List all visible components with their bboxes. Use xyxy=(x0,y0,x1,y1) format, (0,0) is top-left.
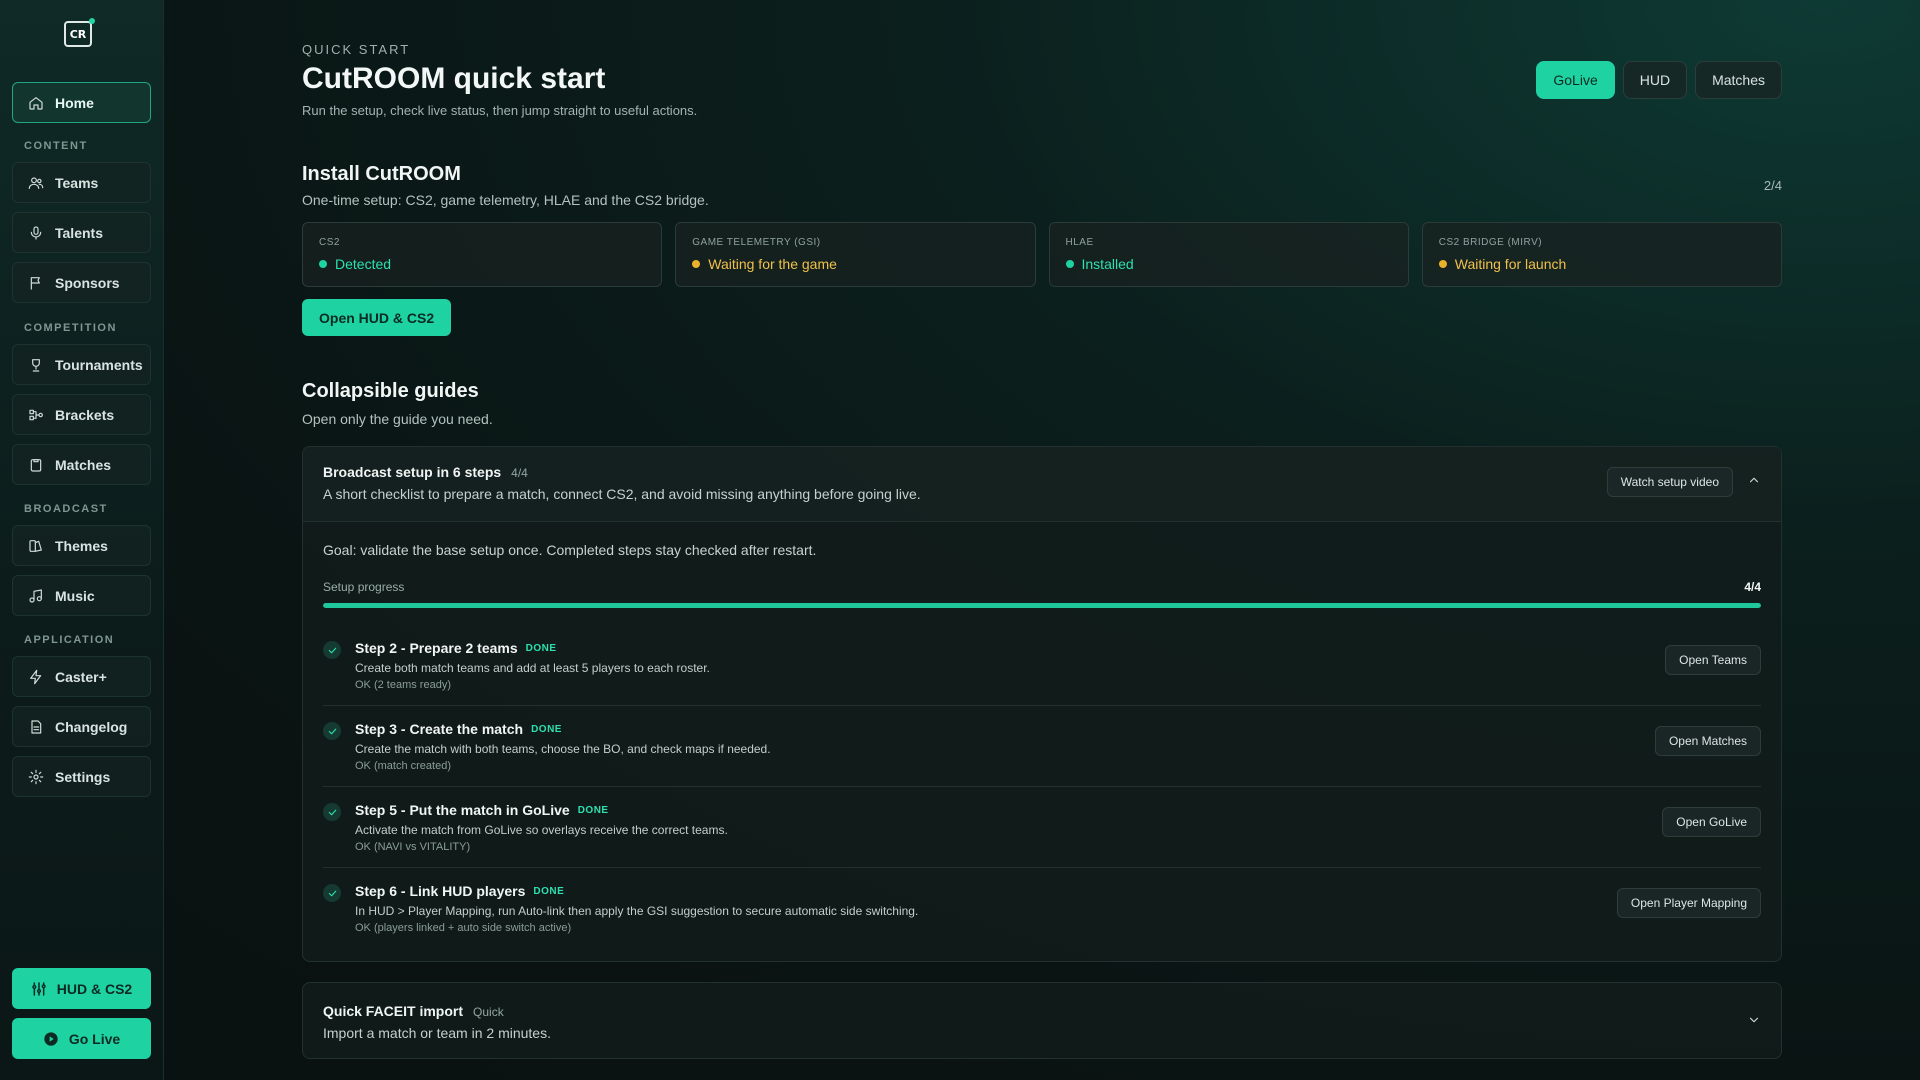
guide-goal: Goal: validate the base setup once. Comp… xyxy=(323,542,817,558)
sidebar-item-matches[interactable]: Matches xyxy=(12,444,151,485)
status-card-cs2: CS2 Detected xyxy=(302,222,663,287)
done-badge: DONE xyxy=(525,642,557,654)
step-item: Step 3 - Create the match DONE Create th… xyxy=(323,706,1761,787)
sidebar-item-sponsors[interactable]: Sponsors xyxy=(12,262,151,303)
sidebar-item-music[interactable]: Music xyxy=(12,575,151,616)
nav-section-broadcast: BROADCAST xyxy=(24,503,108,515)
progress-label: Setup progress xyxy=(323,580,405,594)
guide-title: Quick FACEIT import xyxy=(323,1003,464,1019)
sliders-icon xyxy=(32,981,46,996)
open-golive-button[interactable]: Open GoLive xyxy=(1662,807,1761,837)
status-card-hlae: HLAE Installed xyxy=(1048,222,1409,287)
bracket-icon xyxy=(27,406,45,424)
guides-subtitle: Open only the guide you need. xyxy=(302,411,493,427)
hud-cs2-button[interactable]: HUD & CS2 xyxy=(12,968,151,1009)
open-teams-button[interactable]: Open Teams xyxy=(1665,645,1761,675)
document-icon xyxy=(27,718,45,736)
play-circle-icon xyxy=(44,1031,58,1046)
sidebar-item-talents[interactable]: Talents xyxy=(12,212,151,253)
done-badge: DONE xyxy=(577,804,609,816)
check-icon xyxy=(323,803,341,821)
sidebar-item-changelog[interactable]: Changelog xyxy=(12,706,151,747)
nav-section-content: CONTENT xyxy=(24,140,88,152)
check-icon xyxy=(323,884,341,902)
broadcast-setup-guide: Broadcast setup in 6 steps 4/4 A short c… xyxy=(302,446,1782,962)
page-subtitle: Run the setup, check live status, then j… xyxy=(302,103,698,118)
page-title: CutROOM quick start xyxy=(302,62,606,95)
microphone-icon xyxy=(27,224,45,242)
watch-setup-video-button[interactable]: Watch setup video xyxy=(1606,467,1733,497)
sidebar-item-caster[interactable]: Caster+ xyxy=(12,656,151,697)
palette-icon xyxy=(27,537,45,555)
guide-tag: Quick xyxy=(473,1005,504,1019)
step-list: Step 2 - Prepare 2 teams DONE Create bot… xyxy=(323,625,1761,949)
music-note-icon xyxy=(27,587,45,605)
sidebar-item-brackets[interactable]: Brackets xyxy=(12,394,151,435)
guide-header[interactable]: Broadcast setup in 6 steps 4/4 A short c… xyxy=(303,447,1781,522)
status-dot xyxy=(319,260,327,268)
done-badge: DONE xyxy=(533,885,565,897)
status-card-gsi: GAME TELEMETRY (GSI) Waiting for the gam… xyxy=(675,222,1036,287)
open-hud-cs2-button[interactable]: Open HUD & CS2 xyxy=(302,299,452,336)
golive-button[interactable]: GoLive xyxy=(1536,61,1615,99)
guide-count: 4/4 xyxy=(511,466,528,480)
sidebar-item-teams[interactable]: Teams xyxy=(12,162,151,203)
guide-body: Goal: validate the base setup once. Comp… xyxy=(303,522,1781,961)
sidebar-item-settings[interactable]: Settings xyxy=(12,756,151,797)
sidebar: CR Home CONTENT Teams Talents Sponsors C… xyxy=(0,0,164,1080)
faceit-import-guide[interactable]: Quick FACEIT import Quick Import a match… xyxy=(302,982,1782,1059)
hud-button[interactable]: HUD xyxy=(1622,61,1688,99)
guides-title: Collapsible guides xyxy=(302,380,479,402)
check-icon xyxy=(323,641,341,659)
status-dot xyxy=(89,18,95,24)
done-badge: DONE xyxy=(531,723,562,735)
users-icon xyxy=(27,174,45,192)
guide-description: A short checklist to prepare a match, co… xyxy=(323,486,921,502)
flag-icon xyxy=(27,274,45,292)
progress-value: 4/4 xyxy=(1744,580,1761,594)
lightning-icon xyxy=(27,668,45,686)
open-player-mapping-button[interactable]: Open Player Mapping xyxy=(1616,888,1761,918)
step-item: Step 6 - Link HUD players DONE In HUD > … xyxy=(323,868,1761,949)
nav-section-application: APPLICATION xyxy=(24,634,115,646)
open-matches-button[interactable]: Open Matches xyxy=(1654,726,1761,756)
trophy-icon xyxy=(27,356,45,374)
gear-icon xyxy=(27,768,45,786)
install-title: Install CutROOM xyxy=(302,163,461,185)
guide-description: Import a match or team in 2 minutes. xyxy=(323,1025,551,1041)
install-counter: 2/4 xyxy=(1763,178,1782,193)
matches-button[interactable]: Matches xyxy=(1695,61,1782,99)
step-item: Step 5 - Put the match in GoLive DONE Ac… xyxy=(323,787,1761,868)
install-subtitle: One-time setup: CS2, game telemetry, HLA… xyxy=(302,192,709,208)
chevron-up-icon[interactable] xyxy=(1747,473,1761,492)
check-icon xyxy=(323,722,341,740)
sidebar-item-tournaments[interactable]: Tournaments xyxy=(12,344,151,385)
status-dot xyxy=(1438,260,1447,268)
home-icon xyxy=(27,94,45,112)
status-dot xyxy=(1065,260,1074,268)
status-card-mirv: CS2 BRIDGE (MIRV) Waiting for launch xyxy=(1421,222,1782,287)
chevron-down-icon[interactable] xyxy=(1747,1013,1761,1032)
go-live-button[interactable]: Go Live xyxy=(12,1018,151,1059)
nav-section-competition: COMPETITION xyxy=(24,322,117,334)
guide-title: Broadcast setup in 6 steps xyxy=(323,464,502,480)
sidebar-item-home[interactable]: Home xyxy=(12,82,151,123)
step-item: Step 2 - Prepare 2 teams DONE Create bot… xyxy=(323,625,1761,706)
progress-fill xyxy=(323,603,1761,608)
install-status-cards: CS2 Detected GAME TELEMETRY (GSI) Waitin… xyxy=(302,222,1782,287)
page-eyebrow: QUICK START xyxy=(302,42,411,57)
app-logo[interactable]: CR xyxy=(64,18,95,47)
sidebar-item-themes[interactable]: Themes xyxy=(12,525,151,566)
clipboard-icon xyxy=(27,456,45,474)
progress-bar xyxy=(323,603,1761,608)
header-actions: GoLive HUD Matches xyxy=(1536,61,1782,99)
status-dot xyxy=(692,260,701,268)
